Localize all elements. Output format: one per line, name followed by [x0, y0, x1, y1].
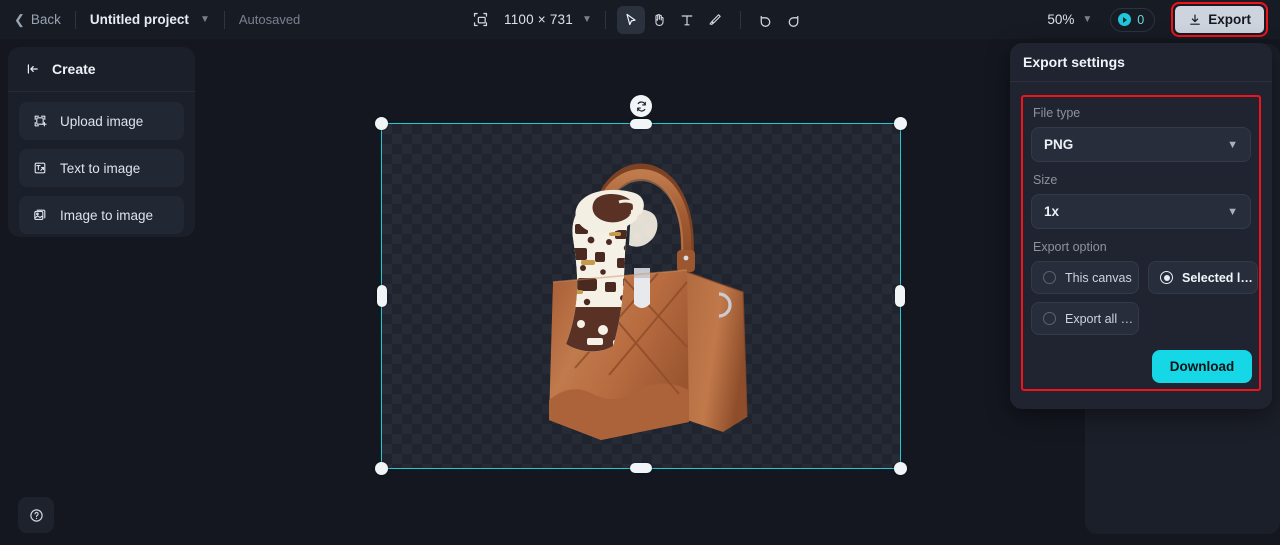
resize-handle-top-right[interactable] — [894, 117, 907, 130]
resize-handle-left[interactable] — [377, 285, 387, 307]
export-settings-highlight-box: File type PNG ▼ Size 1x ▼ Export option … — [1021, 95, 1261, 391]
redo-icon[interactable] — [780, 6, 808, 34]
credits-badge[interactable]: 0 — [1110, 7, 1156, 32]
size-select[interactable]: 1x ▼ — [1031, 194, 1251, 229]
app-root: ❮ Back Untitled project ▼ Autosaved 1100… — [0, 0, 1280, 545]
export-option-label-text: Export all … — [1065, 311, 1134, 326]
radio-icon — [1043, 271, 1056, 284]
radio-icon — [1043, 312, 1056, 325]
canvas-area[interactable] — [196, 39, 1085, 545]
resize-handle-right[interactable] — [895, 285, 905, 307]
credit-coin-icon — [1118, 13, 1132, 26]
size-value: 1x — [1044, 204, 1060, 219]
help-circle-icon — [29, 508, 43, 522]
export-button[interactable]: Export — [1175, 6, 1264, 33]
sidebar-item-label: Image to image — [60, 207, 154, 223]
handbag-image — [549, 163, 748, 440]
project-name[interactable]: Untitled project — [90, 12, 189, 27]
help-button[interactable] — [18, 497, 54, 533]
divider — [739, 10, 741, 29]
sidebar-item-label: Text to image — [60, 160, 141, 176]
export-option-row-1: This canvas Selected l… — [1031, 261, 1258, 294]
create-sidebar: Create Upload image Text to image Image … — [8, 47, 195, 237]
select-tool-button[interactable] — [616, 5, 645, 34]
export-highlight-box: Export — [1171, 2, 1268, 37]
export-option-row-2: Export all … — [1031, 302, 1251, 335]
chevron-down-icon[interactable]: ▼ — [582, 14, 592, 25]
file-type-label: File type — [1033, 106, 1081, 120]
selected-layer-frame[interactable] — [375, 95, 907, 475]
download-label: Download — [1169, 359, 1235, 374]
file-type-value: PNG — [1044, 137, 1074, 152]
chevron-down-icon: ▼ — [1227, 138, 1238, 151]
sidebar-title: Create — [52, 61, 96, 77]
export-settings-panel: Export settings File type PNG ▼ Size 1x … — [1010, 43, 1272, 409]
size-label: Size — [1033, 173, 1058, 187]
hand-tool-button[interactable] — [645, 6, 673, 34]
collapse-panel-icon[interactable] — [26, 61, 42, 77]
sidebar-items: Upload image Text to image Image to imag… — [8, 92, 195, 234]
upload-image-icon — [34, 115, 47, 127]
top-bar: ❮ Back Untitled project ▼ Autosaved 1100… — [0, 0, 1280, 39]
divider — [223, 10, 225, 29]
autosave-status: Autosaved — [238, 12, 301, 27]
credits-count: 0 — [1137, 12, 1145, 27]
rotate-icon — [636, 100, 646, 112]
chevron-down-icon[interactable]: ▼ — [1082, 14, 1092, 25]
sidebar-header: Create — [8, 47, 195, 92]
zoom-level[interactable]: 50% — [1047, 12, 1074, 27]
export-option-export-all[interactable]: Export all … — [1031, 302, 1139, 335]
text-tool-button[interactable] — [673, 6, 701, 34]
resize-handle-bottom[interactable] — [630, 463, 652, 473]
rotate-handle[interactable] — [630, 95, 652, 117]
chevron-down-icon[interactable]: ▼ — [200, 14, 210, 25]
export-option-label-text: This canvas — [1065, 270, 1132, 285]
resize-handle-bottom-right[interactable] — [894, 462, 907, 475]
export-panel-header: Export settings — [1010, 43, 1272, 82]
undo-icon[interactable] — [752, 6, 780, 34]
radio-icon-selected — [1160, 271, 1173, 284]
sidebar-item-label: Upload image — [60, 113, 144, 129]
file-type-select[interactable]: PNG ▼ — [1031, 127, 1251, 162]
top-bar-right: 50% ▼ 0 Export — [1047, 0, 1268, 39]
top-bar-tools: 1100 × 731 ▼ — [466, 0, 808, 39]
sidebar-item-image-to-image[interactable]: Image to image — [19, 196, 184, 234]
export-option-label-text: Selected l… — [1182, 270, 1253, 285]
download-icon — [1190, 14, 1201, 25]
artboard-icon[interactable] — [466, 6, 494, 34]
canvas-dimensions[interactable]: 1100 × 731 — [504, 12, 573, 27]
resize-handle-top-left[interactable] — [375, 117, 388, 130]
brush-tool-button[interactable] — [701, 6, 729, 34]
divider — [604, 10, 606, 29]
export-panel-title: Export settings — [1023, 54, 1125, 70]
text-to-image-icon — [34, 162, 46, 174]
export-option-this-canvas[interactable]: This canvas — [1031, 261, 1139, 294]
resize-handle-bottom-left[interactable] — [375, 462, 388, 475]
export-option-label: Export option — [1033, 240, 1107, 254]
transparency-checkerboard — [382, 124, 900, 468]
resize-handle-top[interactable] — [630, 119, 652, 129]
image-to-image-icon — [34, 209, 46, 220]
chevron-down-icon: ▼ — [1227, 205, 1238, 218]
export-option-selected-layer[interactable]: Selected l… — [1148, 261, 1258, 294]
back-button[interactable]: ❮ Back — [14, 12, 61, 27]
back-label: Back — [30, 12, 61, 27]
download-button[interactable]: Download — [1152, 350, 1252, 383]
divider — [74, 10, 76, 29]
chevron-left-icon: ❮ — [14, 12, 25, 27]
top-bar-left: ❮ Back Untitled project ▼ Autosaved — [0, 0, 300, 39]
export-label: Export — [1208, 12, 1251, 27]
sidebar-item-upload-image[interactable]: Upload image — [19, 102, 184, 140]
sidebar-item-text-to-image[interactable]: Text to image — [19, 149, 184, 187]
